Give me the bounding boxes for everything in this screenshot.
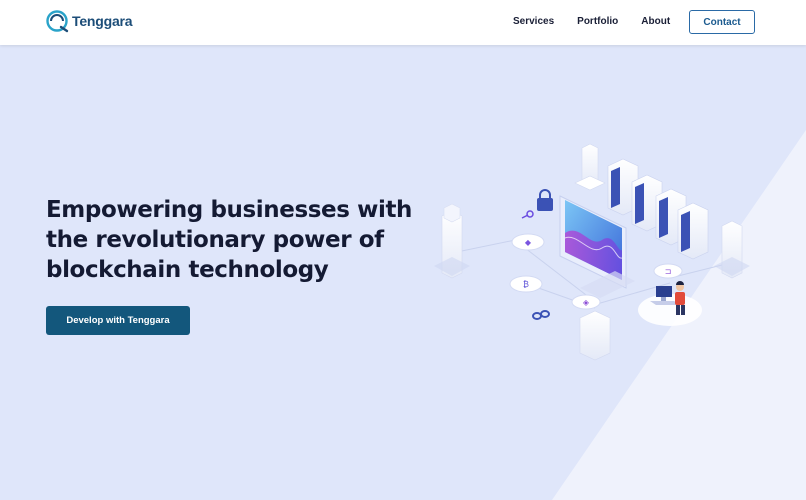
- crypto-coin-3: ◈: [571, 294, 601, 310]
- brand-name: Tenggara: [72, 13, 133, 29]
- hero-heading-line-1: Empowering businesses with: [46, 197, 413, 223]
- crypto-coin-2: ₿: [509, 275, 543, 293]
- tenggara-logo-icon: [46, 10, 69, 33]
- contact-button[interactable]: Contact: [689, 10, 755, 34]
- brand-logo[interactable]: Tenggara: [46, 9, 133, 33]
- svg-text:◈: ◈: [583, 298, 590, 307]
- server-tower-bottom: [579, 310, 611, 361]
- nav-services[interactable]: Services: [513, 16, 554, 27]
- hero-heading-line-2: the revolutionary power of: [46, 227, 384, 253]
- crypto-coin-1: ◆: [511, 233, 545, 251]
- nav-portfolio[interactable]: Portfolio: [577, 16, 618, 27]
- svg-text:◆: ◆: [525, 238, 532, 247]
- server-tower-right: [714, 220, 750, 279]
- server-tower-left: [434, 203, 470, 279]
- developer-at-desk: [638, 281, 702, 326]
- chain-link-icon: [532, 310, 550, 320]
- crypto-coin-4: ⊐: [653, 263, 683, 279]
- top-navbar: Tenggara Services Portfolio About Contac…: [0, 0, 806, 45]
- svg-text:⊐: ⊐: [665, 267, 672, 276]
- hero-heading-line-3: blockchain technology: [46, 257, 329, 283]
- svg-text:₿: ₿: [523, 280, 529, 289]
- padlock-icon: [537, 189, 553, 211]
- isometric-blockchain-illustration: ◆ ₿ ◈ ⊐: [434, 143, 750, 361]
- server-tower-top: [574, 143, 606, 191]
- key-icon: [521, 210, 534, 219]
- main-nav: Services Portfolio About: [513, 16, 693, 27]
- nav-about[interactable]: About: [641, 16, 670, 27]
- hero-heading: Empowering businesses with the revolutio…: [46, 195, 436, 285]
- develop-with-tenggara-button[interactable]: Develop with Tenggara: [46, 306, 190, 335]
